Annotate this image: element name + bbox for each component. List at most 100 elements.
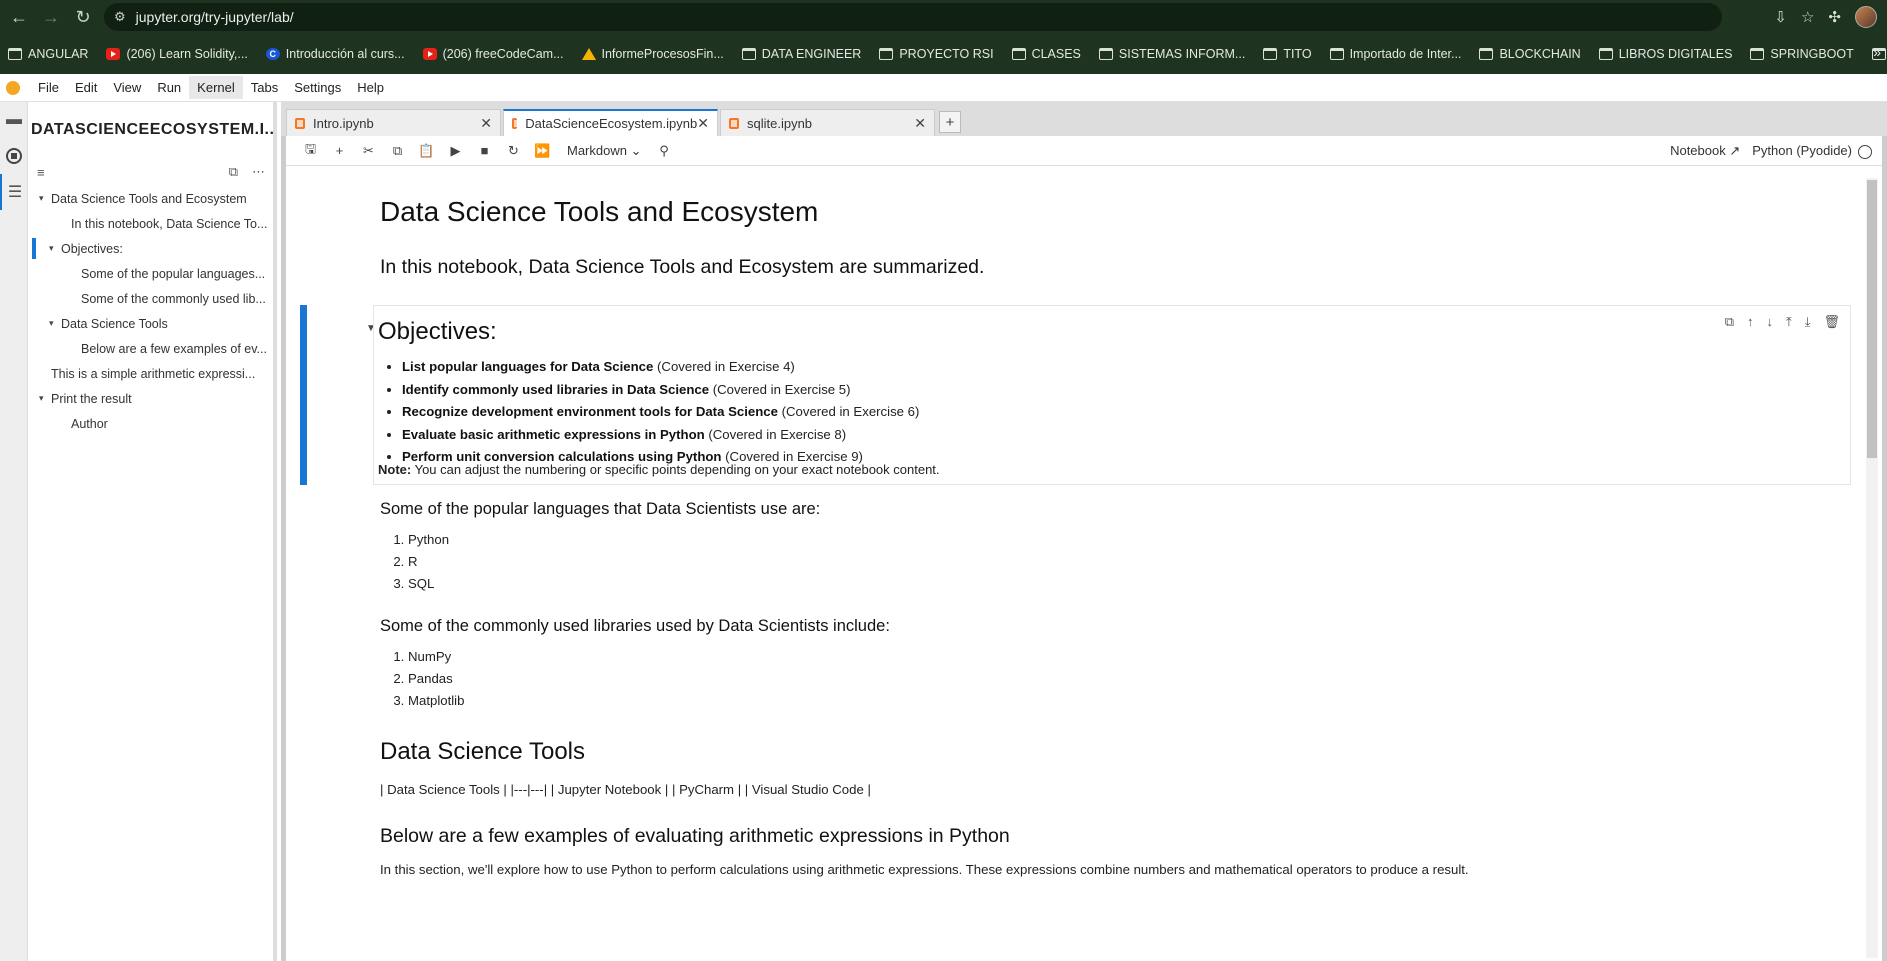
toc-numbering-icon[interactable]: ≡	[37, 165, 45, 180]
toc-item[interactable]: Author	[29, 411, 273, 436]
bookmark-item[interactable]: CLASES	[1011, 47, 1081, 61]
stop-icon[interactable]: ■	[470, 143, 499, 158]
bookmark-label: SPRINGBOOT	[1770, 47, 1854, 61]
left-activity-bar: ▬ ☰	[0, 102, 28, 961]
menu-tabs[interactable]: Tabs	[243, 76, 286, 99]
more-bookmarks-icon[interactable]: »	[1873, 44, 1881, 60]
toc-caret-icon[interactable]: ▾	[39, 193, 51, 204]
toc-item[interactable]: ▾ Data Science Tools	[29, 311, 273, 336]
chevron-down-icon: ⌄	[630, 142, 642, 158]
scrollbar-thumb[interactable]	[1867, 180, 1877, 458]
toc-caret-icon[interactable]: ▾	[49, 318, 61, 329]
restart-icon[interactable]: ↻	[499, 143, 528, 159]
extensions-icon[interactable]: ✣	[1828, 8, 1841, 26]
tab-intro[interactable]: Intro.ipynb ✕	[286, 109, 501, 136]
move-down-icon[interactable]: ↓	[1766, 314, 1773, 330]
notebook-icon	[295, 117, 305, 129]
tools-heading: Data Science Tools	[380, 738, 586, 765]
site-settings-icon[interactable]: ⚙	[114, 9, 126, 25]
more-options-icon[interactable]: ⋯	[252, 164, 265, 180]
menu-run[interactable]: Run	[149, 76, 189, 99]
bookmark-item[interactable]: (206) Learn Solidity,...	[106, 47, 248, 61]
cell-type-select[interactable]: Markdown ⌄	[567, 143, 642, 159]
bookmark-star-icon[interactable]: ☆	[1801, 8, 1814, 26]
install-app-icon[interactable]: ⇩	[1774, 8, 1787, 26]
tab-label: DataScienceEcosystem.ipynb	[525, 116, 698, 131]
examples-heading: Below are a few examples of evaluating a…	[380, 825, 1010, 847]
insert-above-icon[interactable]: ⤒	[1786, 314, 1792, 330]
kernel-status[interactable]: Python (Pyodide)	[1752, 143, 1872, 159]
close-icon[interactable]: ✕	[697, 115, 709, 132]
close-icon[interactable]: ✕	[480, 115, 492, 132]
run-icon[interactable]: ▶	[441, 143, 470, 159]
insert-below-icon[interactable]: ⤓	[1805, 314, 1811, 330]
save-icon[interactable]: 🖫	[296, 140, 325, 162]
reload-icon[interactable]: ↻	[70, 4, 96, 30]
cut-icon[interactable]: ✂	[354, 143, 383, 159]
menu-view[interactable]: View	[105, 76, 149, 99]
close-icon[interactable]: ✕	[914, 115, 926, 132]
folder-icon	[1329, 48, 1344, 60]
back-icon[interactable]: ←	[6, 4, 32, 30]
bookmark-item[interactable]: C Introducción al curs...	[265, 47, 405, 61]
bookmark-item[interactable]: BLOCKCHAIN	[1479, 47, 1581, 61]
toc-item[interactable]: ▾ Data Science Tools and Ecosystem	[29, 186, 273, 211]
toc-item[interactable]: This is a simple arithmetic expressi...	[29, 361, 273, 386]
toc-item[interactable]: Below are a few examples of ev...	[29, 336, 273, 361]
scrollbar[interactable]	[1866, 178, 1878, 958]
tab-sqlite[interactable]: sqlite.ipynb ✕	[720, 109, 935, 136]
note-text: You can adjust the numbering or specific…	[411, 462, 940, 477]
toc-item-label: Print the result	[51, 391, 132, 406]
toc-item[interactable]: In this notebook, Data Science To...	[29, 211, 273, 236]
bookmark-item[interactable]: LIBROS DIGITALES	[1598, 47, 1732, 61]
objectives-list: List popular languages for Data Science …	[402, 356, 919, 469]
menu-kernel[interactable]: Kernel	[189, 76, 243, 99]
toc-item[interactable]: ▾ Objectives:	[29, 236, 273, 261]
add-cell-icon[interactable]: +	[325, 143, 354, 158]
bookmark-item[interactable]: DATA ENGINEER	[741, 47, 861, 61]
address-bar[interactable]: ⚙ jupyter.org/try-jupyter/lab/	[104, 3, 1722, 31]
duplicate-cell-icon[interactable]: ⧉	[1725, 314, 1734, 330]
bookmark-item[interactable]: SPRINGBOOT	[1750, 47, 1854, 61]
location-icon[interactable]: ⚲	[650, 143, 679, 159]
menu-settings[interactable]: Settings	[286, 76, 349, 99]
bookmark-label: BLOCKCHAIN	[1499, 47, 1581, 61]
bookmark-item[interactable]: Importado de Inter...	[1329, 47, 1461, 61]
bookmark-item[interactable]: PROYECTO RSI	[879, 47, 994, 61]
toc-caret-icon[interactable]: ▾	[49, 243, 61, 254]
bookmark-label: ANGULAR	[28, 47, 89, 61]
bookmark-item[interactable]: (206) freeCodeCam...	[422, 47, 564, 61]
menu-help[interactable]: Help	[349, 76, 392, 99]
table-of-contents-icon[interactable]: ☰	[0, 174, 28, 210]
folder-icon	[879, 48, 894, 60]
bookmark-item[interactable]: ANGULAR	[8, 47, 88, 61]
cell-type-value: Markdown	[567, 142, 627, 158]
active-markdown-cell[interactable]: ▼ ⧉ ↑ ↓ ⤒ ⤓ 🗑 Objectives: List popular l…	[300, 305, 1851, 485]
toc-item[interactable]: Some of the popular languages...	[29, 261, 273, 286]
toc-item[interactable]: ▾ Print the result	[29, 386, 273, 411]
notebook-icon	[729, 117, 739, 129]
paste-icon[interactable]: 📋	[412, 143, 441, 159]
running-kernels-icon[interactable]	[0, 138, 28, 174]
profile-avatar[interactable]	[1855, 6, 1877, 28]
bookmark-item[interactable]: InformeProcesosFin...	[581, 47, 724, 61]
file-browser-icon[interactable]: ▬	[0, 102, 28, 138]
bookmark-item[interactable]: TITO	[1263, 47, 1312, 61]
open-notebook-button[interactable]: Notebook ↗	[1670, 143, 1740, 159]
delete-cell-icon[interactable]: 🗑	[1823, 314, 1840, 330]
youtube-icon	[106, 48, 121, 60]
forward-icon[interactable]: →	[38, 4, 64, 30]
copy-icon[interactable]: ⧉	[383, 143, 412, 159]
menu-file[interactable]: File	[30, 76, 67, 99]
tab-datascienceecosystem[interactable]: DataScienceEcosystem.ipynb ✕	[503, 109, 718, 136]
run-all-icon[interactable]: ⏩	[528, 143, 557, 159]
menu-edit[interactable]: Edit	[67, 76, 105, 99]
toc-caret-icon[interactable]: ▾	[39, 393, 51, 404]
new-tab-icon[interactable]: +	[939, 111, 961, 133]
folder-icon	[1750, 48, 1765, 60]
collapse-all-icon[interactable]: ⧉	[229, 164, 238, 180]
toc-item[interactable]: Some of the commonly used lib...	[29, 286, 273, 311]
move-up-icon[interactable]: ↑	[1747, 314, 1754, 330]
bookmark-item[interactable]: SISTEMAS INFORM...	[1098, 47, 1245, 61]
list-item: SQL	[408, 573, 1850, 595]
